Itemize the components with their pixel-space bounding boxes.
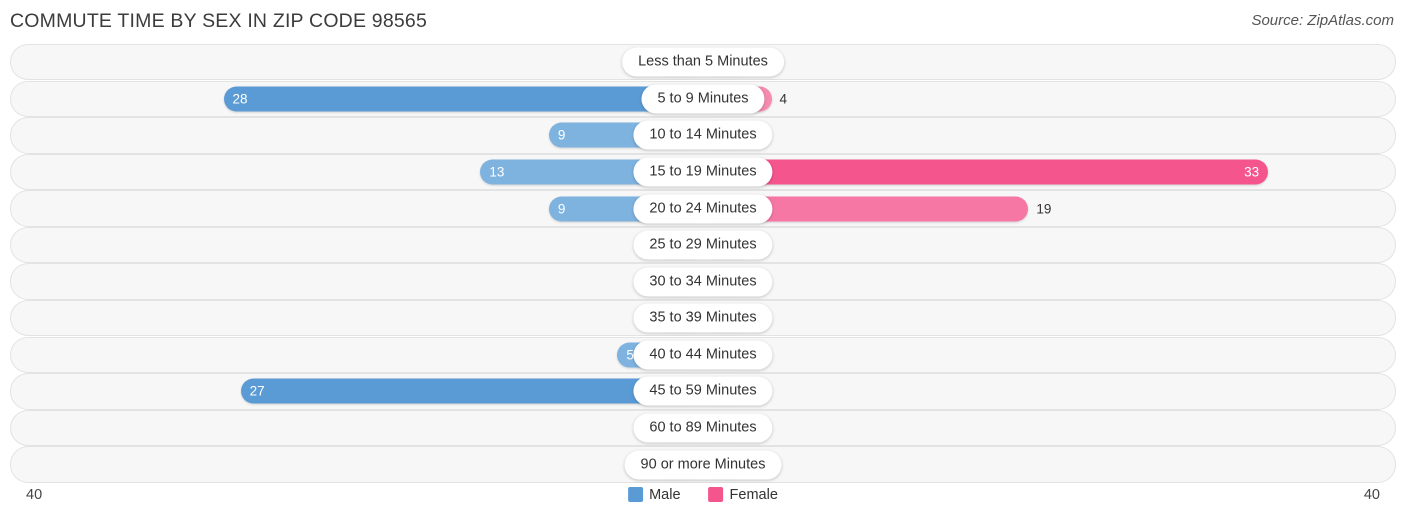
bar-male[interactable]: 28 [223, 86, 703, 112]
category-label: 45 to 59 Minutes [633, 376, 773, 406]
chart-plot-area: 00Less than 5 Minutes2845 to 9 Minutes90… [10, 44, 1396, 483]
chart-row: 00Less than 5 Minutes [10, 44, 1396, 81]
bar-value-male: 27 [249, 383, 265, 399]
bar-female[interactable]: 33 [703, 159, 1269, 185]
chart-header: COMMUTE TIME BY SEX IN ZIP CODE 98565 So… [0, 0, 1406, 44]
chart-row-inner: 13 33 15 to 19 Minutes [11, 155, 1395, 189]
category-label: 60 to 89 Minutes [633, 413, 773, 443]
bar-value-female: 4 [779, 91, 788, 107]
legend-swatch-male-icon [628, 487, 644, 503]
page-title: COMMUTE TIME BY SEX IN ZIP CODE 98565 [10, 10, 428, 32]
chart-row: 28 4 5 to 9 Minutes [10, 80, 1396, 117]
axis-label-left: 40 [26, 486, 43, 503]
category-label: 25 to 29 Minutes [633, 230, 773, 260]
category-label: 35 to 39 Minutes [633, 303, 773, 333]
legend-label-female: Female [729, 486, 778, 503]
source-attribution: Source: ZipAtlas.com [1251, 12, 1394, 29]
chart-row-inner: 0035 to 39 Minutes [11, 301, 1395, 335]
category-label: 30 to 34 Minutes [633, 267, 773, 297]
category-label: 90 or more Minutes [624, 450, 782, 480]
chart-row: 0030 to 34 Minutes [10, 263, 1396, 300]
category-label: 20 to 24 Minutes [633, 194, 773, 223]
category-label: 10 to 14 Minutes [633, 120, 773, 150]
chart-row: 0025 to 29 Minutes [10, 226, 1396, 264]
category-label: 5 to 9 Minutes [641, 84, 765, 114]
chart-row-inner: 0090 or more Minutes [11, 447, 1395, 481]
chart-row-inner: 9 19 20 to 24 Minutes [11, 191, 1395, 225]
bar-value-male: 9 [557, 201, 566, 216]
legend-item-female[interactable]: Female [708, 486, 778, 503]
chart-row: 0060 to 89 Minutes [10, 409, 1396, 447]
chart-row: 9 19 20 to 24 Minutes [10, 190, 1396, 227]
chart-row-inner: 9010 to 14 Minutes [11, 118, 1395, 152]
bar-value-male: 9 [557, 127, 566, 143]
category-label: Less than 5 Minutes [622, 47, 784, 77]
chart-footer: 40 Male Female 40 [10, 485, 1396, 515]
legend-swatch-female-icon [708, 487, 724, 503]
chart-row: 0035 to 39 Minutes [10, 300, 1396, 337]
chart-legend: Male Female [628, 487, 778, 503]
chart-row-inner: 5040 to 44 Minutes [11, 338, 1395, 372]
bar-value-female: 19 [1036, 201, 1052, 216]
bar-value-female: 33 [1244, 164, 1260, 180]
chart-row: 5040 to 44 Minutes [10, 336, 1396, 374]
chart-row-inner: 0025 to 29 Minutes [11, 228, 1395, 262]
chart-row-inner: 00Less than 5 Minutes [11, 45, 1395, 79]
chart-row-inner: 0060 to 89 Minutes [11, 411, 1395, 445]
category-label: 40 to 44 Minutes [633, 340, 773, 370]
category-label: 15 to 19 Minutes [633, 157, 773, 187]
chart-row-inner: 28 4 5 to 9 Minutes [11, 82, 1395, 116]
chart-row: 9010 to 14 Minutes [10, 117, 1396, 154]
chart-row-inner: 27045 to 59 Minutes [11, 374, 1395, 408]
chart-row-inner: 0030 to 34 Minutes [11, 264, 1395, 298]
legend-label-male: Male [649, 486, 681, 503]
bar-value-male: 28 [232, 91, 248, 107]
axis-label-right: 40 [1363, 486, 1380, 503]
bar-value-male: 13 [489, 164, 505, 180]
chart-row: 0090 or more Minutes [10, 446, 1396, 483]
chart-row: 13 33 15 to 19 Minutes [10, 153, 1396, 191]
legend-item-male[interactable]: Male [628, 486, 681, 503]
chart-row: 27045 to 59 Minutes [10, 373, 1396, 410]
